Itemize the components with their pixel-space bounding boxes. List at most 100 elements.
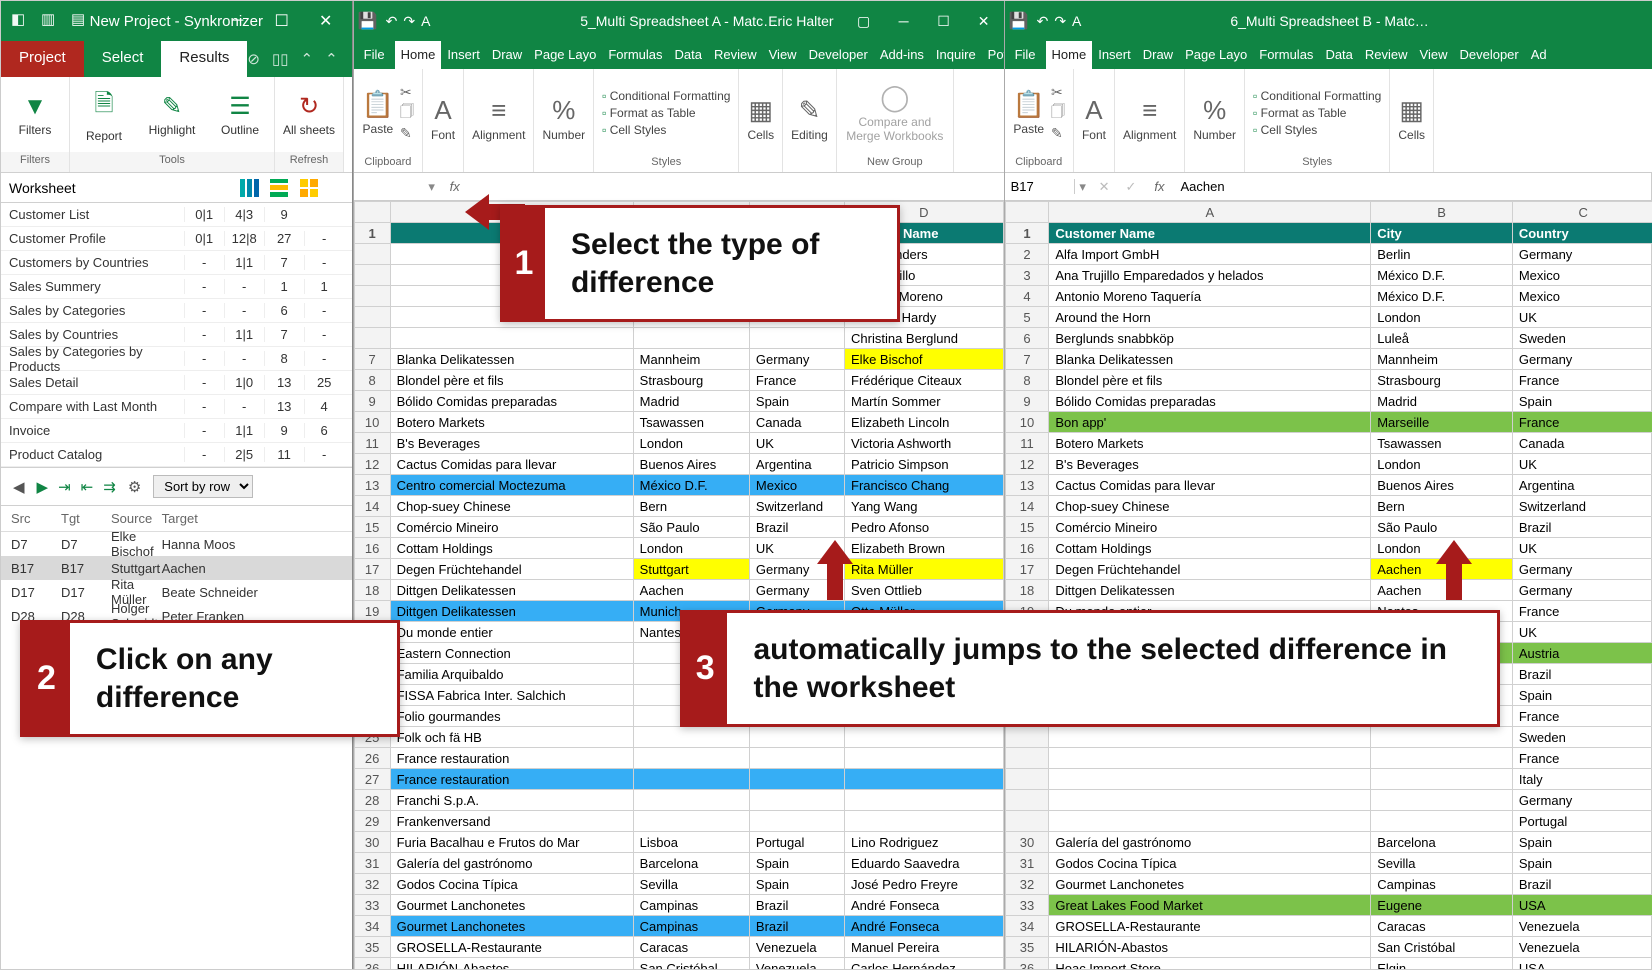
diff-row[interactable]: D7D7Elke BischofHanna Moos xyxy=(1,532,352,556)
cond-format-button[interactable]: Conditional Formatting xyxy=(602,89,730,103)
worksheet-row[interactable]: Invoice-1|196 xyxy=(1,419,352,443)
table-row[interactable]: 30Furia Bacalhau e Frutos do MarLisboaPo… xyxy=(354,832,1003,853)
worksheet-row[interactable]: Customer List0|14|39 xyxy=(1,203,352,227)
table-row[interactable]: 33Gourmet LanchonetesCampinasBrazilAndré… xyxy=(354,895,1003,916)
maximize-button[interactable]: ☐ xyxy=(260,1,304,41)
menu-developer[interactable]: Developer xyxy=(1453,41,1524,69)
table-row[interactable]: 13Centro comercial MoctezumaMéxico D.F.M… xyxy=(354,475,1003,496)
table-row[interactable]: Sweden xyxy=(1005,727,1652,748)
table-row[interactable]: 9Bólido Comidas preparadasMadridSpain xyxy=(1005,391,1652,412)
table-row[interactable]: 31Galería del gastrónomoBarcelonaSpainEd… xyxy=(354,853,1003,874)
menu-review[interactable]: Review xyxy=(1359,41,1414,69)
table-row[interactable]: 2Alfa Import GmbHBerlinGermany xyxy=(1005,244,1652,265)
menu-formulas[interactable]: Formulas xyxy=(602,41,668,69)
alignment-button[interactable]: ≡Alignment xyxy=(472,95,525,142)
table-row[interactable]: 12Cactus Comidas para llevarBuenos Aires… xyxy=(354,454,1003,475)
menu-ad[interactable]: Ad xyxy=(1525,41,1553,69)
caret-icon[interactable]: ⌃ xyxy=(301,50,314,68)
font-button[interactable]: AFont xyxy=(431,95,455,142)
table-row[interactable]: Portugal xyxy=(1005,811,1652,832)
highlight-button[interactable]: ✎Highlight xyxy=(138,80,206,150)
diff-row[interactable]: D17D17Rita MüllerBeate Schneider xyxy=(1,580,352,604)
table-row[interactable]: Germany xyxy=(1005,790,1652,811)
table-row[interactable]: 16Cottam HoldingsLondonUKElizabeth Brown xyxy=(354,538,1003,559)
table-row[interactable]: France xyxy=(1005,748,1652,769)
maximize-button[interactable]: ☐ xyxy=(924,13,964,30)
diff-type-cells-icon[interactable] xyxy=(300,179,318,197)
table-row[interactable]: 26France restauration xyxy=(354,748,1003,769)
table-row[interactable]: 28Franchi S.p.A. xyxy=(354,790,1003,811)
help-icon[interactable]: ⊘ xyxy=(247,50,260,68)
table-row[interactable]: 7Blanka DelikatessenMannheimGermanyElke … xyxy=(354,349,1003,370)
menu-insert[interactable]: Insert xyxy=(1092,41,1137,69)
diff-type-rows-icon[interactable] xyxy=(270,179,296,197)
all-sheets-button[interactable]: ↻All sheets xyxy=(275,80,343,150)
tab-project[interactable]: Project xyxy=(1,41,84,77)
prev-icon[interactable]: ◀ xyxy=(11,478,27,496)
redo-icon[interactable]: ↷ xyxy=(403,13,415,30)
diff-type-columns-icon[interactable] xyxy=(240,179,266,197)
tab-results[interactable]: Results xyxy=(161,41,247,77)
col-header[interactable]: C xyxy=(1512,202,1652,223)
worksheet-row[interactable]: Sales by Categories--6- xyxy=(1,299,352,323)
minimize-button[interactable]: ─ xyxy=(884,13,924,30)
layout-icon[interactable]: ▥ xyxy=(41,10,63,32)
table-row[interactable]: 9Bólido Comidas preparadasMadridSpainMar… xyxy=(354,391,1003,412)
worksheet-row[interactable]: Compare with Last Month--134 xyxy=(1,395,352,419)
chevron-down-icon[interactable]: ▾ xyxy=(424,179,440,195)
menu-formulas[interactable]: Formulas xyxy=(1253,41,1319,69)
menu-file[interactable]: File xyxy=(354,41,395,69)
number-button[interactable]: %Number xyxy=(542,95,585,142)
font-icon[interactable]: A xyxy=(421,13,430,30)
worksheet-row[interactable]: Customers by Countries-1|17- xyxy=(1,251,352,275)
settings-icon[interactable]: ⚙ xyxy=(126,478,143,496)
name-box[interactable]: B17 xyxy=(1005,179,1075,194)
worksheet-row[interactable]: Customer Profile0|112|827- xyxy=(1,227,352,251)
menu-insert[interactable]: Insert xyxy=(441,41,486,69)
diff-row[interactable]: B17B17StuttgartAachen xyxy=(1,556,352,580)
cells-button[interactable]: ▦Cells xyxy=(747,95,774,142)
worksheet-row[interactable]: Sales Summery--11 xyxy=(1,275,352,299)
menu-page layo[interactable]: Page Layo xyxy=(1179,41,1253,69)
undo-icon[interactable]: ↶ xyxy=(386,13,398,30)
save-icon[interactable]: 💾 xyxy=(1005,11,1033,31)
menu-draw[interactable]: Draw xyxy=(486,41,528,69)
table-row[interactable]: 32Godos Cocina TípicaSevillaSpainJosé Pe… xyxy=(354,874,1003,895)
table-row[interactable]: 10Bon app'MarseilleFrance xyxy=(1005,412,1652,433)
table-row[interactable]: 35GROSELLA-RestauranteCaracasVenezuelaMa… xyxy=(354,937,1003,958)
table-row[interactable]: 14Chop-suey ChineseBernSwitzerland xyxy=(1005,496,1652,517)
menu-power piv[interactable]: Power Piv xyxy=(982,41,1004,69)
table-row[interactable]: 32Gourmet LanchonetesCampinasBrazil xyxy=(1005,874,1652,895)
menu-home[interactable]: Home xyxy=(1046,41,1093,69)
window-icon[interactable]: ▢ xyxy=(844,13,884,30)
compare-button[interactable]: ◯Compare and Merge Workbooks xyxy=(845,82,945,143)
worksheet-row[interactable]: Sales by Categories by Products--8- xyxy=(1,347,352,371)
table-row[interactable]: 15Comércio MineiroSão PauloBrazilPedro A… xyxy=(354,517,1003,538)
layout-icon[interactable]: ◧ xyxy=(11,10,33,32)
filters-button[interactable]: ▼Filters xyxy=(1,80,69,150)
table-row[interactable]: 14Chop-suey ChineseBernSwitzerlandYang W… xyxy=(354,496,1003,517)
format-table-button[interactable]: Format as Table xyxy=(602,106,730,120)
table-row[interactable]: 29Frankenversand xyxy=(354,811,1003,832)
table-row[interactable]: Italy xyxy=(1005,769,1652,790)
nav-icon[interactable]: ⇤ xyxy=(81,478,94,496)
table-row[interactable]: 17Degen FrüchtehandelAachenGermany xyxy=(1005,559,1652,580)
sort-select[interactable]: Sort by row xyxy=(153,475,253,498)
table-row[interactable]: 33Great Lakes Food MarketEugeneUSA xyxy=(1005,895,1652,916)
caret-icon[interactable]: ⌃ xyxy=(325,50,338,68)
menu-page layo[interactable]: Page Layo xyxy=(528,41,602,69)
paste-button[interactable]: 📋Paste xyxy=(362,89,394,136)
editing-button[interactable]: ✎Editing xyxy=(791,95,828,142)
table-row[interactable]: 7Blanka DelikatessenMannheimGermany xyxy=(1005,349,1652,370)
save-icon[interactable]: 💾 xyxy=(354,11,382,31)
next-icon[interactable]: ▶ xyxy=(37,478,49,496)
col-header[interactable]: B xyxy=(1371,202,1513,223)
table-row[interactable]: 25Folk och fä HB xyxy=(354,727,1003,748)
menu-developer[interactable]: Developer xyxy=(803,41,874,69)
table-row[interactable]: 15Comércio MineiroSão PauloBrazil xyxy=(1005,517,1652,538)
table-row[interactable]: 35HILARIÓN-AbastosSan CristóbalVenezuela xyxy=(1005,937,1652,958)
table-row[interactable]: 31Godos Cocina TípicaSevillaSpain xyxy=(1005,853,1652,874)
table-row[interactable]: 30Galería del gastrónomoBarcelonaSpain xyxy=(1005,832,1652,853)
table-row[interactable]: 10Botero MarketsTsawassenCanadaElizabeth… xyxy=(354,412,1003,433)
table-row[interactable]: 36HILARIÓN-AbastosSan CristóbalVenezuela… xyxy=(354,958,1003,970)
